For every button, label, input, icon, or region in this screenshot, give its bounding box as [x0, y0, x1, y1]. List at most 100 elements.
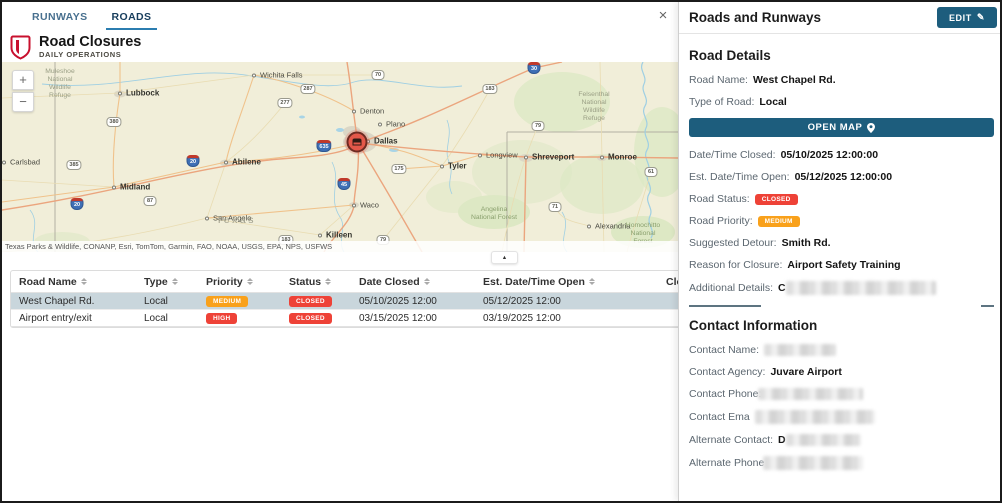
interstate-shield: 45 [338, 178, 351, 190]
closures-table: Road Name Type Priority Status Date Clos… [10, 270, 678, 328]
tab-bar: RUNWAYS ROADS × [2, 2, 678, 32]
map-city-label: Shreveport [526, 153, 574, 162]
map-city-label: Killeen [320, 231, 352, 240]
field-road-status: Road Status: CLOSED [689, 193, 994, 205]
zoom-in-button[interactable]: + [12, 70, 34, 90]
page-subtitle: DAILY OPERATIONS [39, 50, 141, 59]
priority-badge: MEDIUM [758, 216, 800, 227]
map-city-label: Lubbock [120, 89, 159, 98]
table-header-row: Road Name Type Priority Status Date Clos… [11, 271, 678, 293]
highway-shield: 87 [144, 196, 157, 206]
redacted-value [763, 456, 863, 470]
field-road-name: Road Name: West Chapel Rd. [689, 74, 994, 86]
sort-icon[interactable] [81, 278, 87, 285]
field-road-priority: Road Priority: MEDIUM [689, 215, 994, 227]
highway-shield: 79 [532, 121, 545, 131]
map-city-label: Dallas [368, 137, 398, 146]
highway-shield: 71 [549, 202, 562, 212]
field-contact-email: Contact Ema [689, 410, 994, 424]
juvare-shield-logo [10, 35, 31, 60]
map-city-label: Denton [354, 107, 384, 116]
section-divider [689, 305, 994, 306]
sort-icon[interactable] [247, 278, 253, 285]
close-icon[interactable]: × [654, 7, 672, 25]
chevron-up-icon: ▲ [502, 255, 507, 261]
highway-shield: 277 [277, 98, 292, 108]
col-closure[interactable]: Clos [658, 276, 678, 288]
tab-runways[interactable]: RUNWAYS [20, 2, 100, 32]
redacted-value [764, 344, 836, 356]
highway-shield: 385 [66, 160, 81, 170]
map-city-label: Midland [114, 183, 150, 192]
map-city-label: Waco [354, 201, 379, 210]
field-alternate-phone: Alternate Phone [689, 456, 994, 470]
field-contact-phone: Contact Phone: [689, 388, 994, 400]
interstate-shield: 20 [187, 155, 200, 167]
road-details-heading: Road Details [689, 48, 994, 63]
panel-header: Roads and Runways EDIT✎ [679, 2, 1002, 34]
field-contact-agency: Contact Agency: Juvare Airport [689, 366, 994, 378]
table-row[interactable]: West Chapel Rd. Local MEDIUM CLOSED 05/1… [11, 293, 678, 310]
field-additional-details: Additional Details: C [689, 281, 994, 295]
map-area-label: Muleshoe National Wildlife Refuge [45, 68, 74, 100]
highway-shield: 61 [645, 167, 658, 177]
status-badge: CLOSED [289, 296, 332, 307]
page-header: Road Closures DAILY OPERATIONS [2, 32, 678, 62]
map-city-label: Carlsbad [4, 158, 40, 167]
status-badge: CLOSED [289, 313, 332, 324]
col-date-closed[interactable]: Date Closed [351, 276, 475, 288]
priority-badge: MEDIUM [206, 296, 248, 307]
highway-shield: 183 [482, 84, 497, 94]
field-type-of-road: Type of Road: Local [689, 96, 994, 108]
col-type[interactable]: Type [136, 276, 198, 288]
map-city-label: Alexandria [589, 222, 630, 231]
location-pin-icon [867, 123, 875, 133]
pencil-icon: ✎ [977, 12, 985, 23]
field-est-open: Est. Date/Time Open: 05/12/2025 12:00:00 [689, 171, 994, 183]
col-status[interactable]: Status [281, 276, 351, 288]
redacted-value [758, 388, 863, 400]
tab-roads[interactable]: ROADS [100, 2, 164, 32]
map-city-label: Abilene [226, 158, 261, 167]
col-priority[interactable]: Priority [198, 276, 281, 288]
highway-shield: 287 [300, 84, 315, 94]
sort-icon[interactable] [325, 278, 331, 285]
redacted-value [786, 434, 861, 446]
open-map-button[interactable]: OPEN MAP [689, 118, 994, 137]
map-city-label: Tyler [442, 162, 467, 171]
app-window: RUNWAYS ROADS × Road Closures DAILY OPER… [0, 0, 1002, 503]
edit-button[interactable]: EDIT✎ [937, 7, 997, 28]
map-city-label: Plano [380, 120, 405, 129]
panel-title: Roads and Runways [689, 10, 821, 25]
sort-icon[interactable] [589, 278, 595, 285]
map-area-label: Felsenthal National Wildlife Refuge [578, 91, 609, 123]
highway-shield: 175 [391, 164, 406, 174]
sort-icon[interactable] [172, 278, 178, 285]
table-row[interactable]: Airport entry/exit Local HIGH CLOSED 03/… [11, 310, 678, 327]
interstate-shield: 30 [528, 62, 541, 74]
details-panel: Roads and Runways EDIT✎ Road Details Roa… [678, 2, 1002, 501]
field-reason: Reason for Closure: Airport Safety Train… [689, 259, 994, 271]
field-alternate-contact: Alternate Contact: D [689, 434, 994, 446]
map-area-label: Angelina National Forest [471, 206, 517, 222]
col-road-name[interactable]: Road Name [11, 276, 136, 288]
highway-shield: 70 [372, 70, 385, 80]
contact-info-heading: Contact Information [689, 318, 994, 333]
table-collapse-button[interactable]: ▲ [491, 251, 518, 264]
zoom-out-button[interactable]: − [12, 92, 34, 112]
col-est-open[interactable]: Est. Date/Time Open [475, 276, 658, 288]
priority-badge: HIGH [206, 313, 237, 324]
map-city-label: Longview [480, 151, 518, 160]
left-region: RUNWAYS ROADS × Road Closures DAILY OPER… [2, 2, 678, 501]
highway-shield: 380 [106, 117, 121, 127]
sort-icon[interactable] [424, 278, 430, 285]
map-city-label: Wichita Falls [254, 71, 303, 80]
page-title: Road Closures [39, 35, 141, 50]
map-canvas[interactable]: Lubbock Wichita Falls Denton Plano Dallas Abi… [2, 62, 678, 252]
redacted-value [786, 281, 936, 295]
interstate-shield: 635 [316, 140, 331, 152]
map-area-label: Texas [216, 216, 256, 224]
road-closure-marker[interactable] [347, 132, 368, 153]
field-suggested-detour: Suggested Detour: Smith Rd. [689, 237, 994, 249]
map-labels-layer: Lubbock Wichita Falls Denton Plano Dallas Abi… [2, 62, 678, 252]
